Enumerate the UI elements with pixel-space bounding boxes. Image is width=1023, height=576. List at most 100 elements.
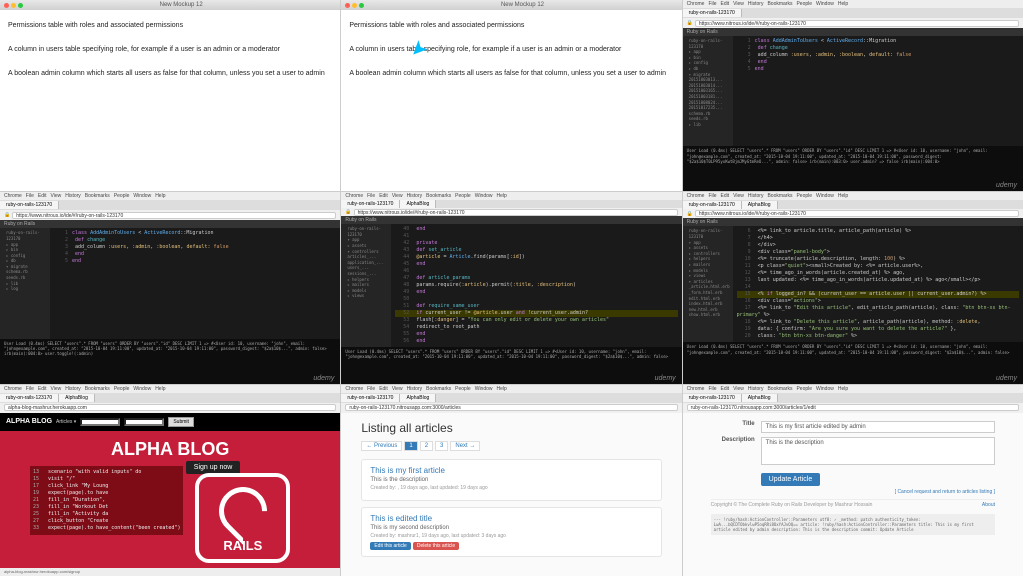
browser-tabs[interactable]: ruby-on-rails-123170AlphaBlog — [683, 200, 1023, 209]
menu-item[interactable]: View — [733, 1, 744, 7]
menu-item[interactable]: Help — [497, 193, 507, 199]
code-line[interactable]: 18 <%= link_to "Delete this article", ar… — [737, 319, 1019, 326]
update-article-button[interactable]: Update Article — [761, 473, 821, 486]
rails-console[interactable]: User Load (0.4ms) SELECT "users".* FROM … — [0, 339, 340, 384]
menu-item[interactable]: History — [748, 193, 764, 199]
url-input[interactable]: https://www.nitrous.io/ide/#/ruby-on-rai… — [12, 212, 336, 219]
browser-tabs[interactable]: ruby-on-rails-123170AlphaBlog — [341, 393, 681, 403]
menu-item[interactable]: History — [65, 386, 81, 392]
menu-item[interactable]: Window — [816, 1, 834, 7]
code-line[interactable]: 2 def change — [737, 45, 1019, 52]
tab[interactable]: AlphaBlog — [400, 200, 436, 208]
file-tree[interactable]: ruby-on-rails-123170▸ app▸ bin▸ config▸ … — [0, 228, 50, 338]
page-button[interactable]: ← Previous — [361, 441, 402, 451]
file-tree[interactable]: ruby-on-rails-123170▸ app▸ bin▸ config▸ … — [683, 36, 733, 146]
menu-item[interactable]: Help — [497, 386, 507, 392]
code-editor[interactable]: 6 <%= link_to article.title, article_pat… — [733, 226, 1023, 342]
code-line[interactable]: 48 params.require(:article).permit(:titl… — [395, 282, 677, 289]
edit-article-button[interactable]: Edit this article — [370, 542, 411, 550]
chrome-menu[interactable]: ChromeFileEditViewHistoryBookmarksPeople… — [683, 0, 1023, 8]
menu-item[interactable]: Window — [475, 193, 493, 199]
menu-item[interactable]: View — [733, 193, 744, 199]
rails-console[interactable]: User Load (0.4ms) SELECT "users".* FROM … — [683, 342, 1023, 383]
signup-button[interactable]: Sign up now — [186, 461, 241, 474]
chrome-menu[interactable]: ChromeFileEditViewHistoryBookmarksPeople… — [0, 192, 340, 200]
code-line[interactable]: 44 @article = Article.find(params[:id]) — [395, 254, 677, 261]
code-line[interactable]: 46 — [395, 268, 677, 275]
menu-item[interactable]: People — [455, 193, 471, 199]
url-input[interactable]: https://www.nitrous.io/ide/#/ruby-on-rai… — [354, 209, 678, 216]
page-button[interactable]: 1 — [404, 441, 417, 451]
menu-item[interactable]: File — [26, 386, 34, 392]
menu-item[interactable]: Chrome — [687, 1, 705, 7]
code-line[interactable]: 4 end — [737, 59, 1019, 66]
url-input[interactable]: https://www.nitrous.io/ide/#/ruby-on-rai… — [695, 210, 1019, 217]
menu-item[interactable]: View — [50, 193, 61, 199]
password-input[interactable] — [124, 418, 164, 426]
code-line[interactable]: 51 def require_same_user — [395, 303, 677, 310]
chrome-menu[interactable]: ChromeFileEditViewHistoryBookmarksPeople… — [341, 385, 681, 393]
menu-item[interactable]: View — [733, 386, 744, 392]
menu-item[interactable]: Edit — [721, 386, 730, 392]
tab[interactable]: ruby-on-rails-123170 — [683, 394, 742, 402]
article-title-link[interactable]: This is edited title — [370, 514, 652, 523]
tree-item[interactable]: ▸ log — [2, 286, 48, 292]
tab[interactable]: ruby-on-rails-123170 — [683, 201, 742, 209]
menu-item[interactable]: File — [26, 193, 34, 199]
menu-item[interactable]: Window — [816, 386, 834, 392]
code-line[interactable]: 17 <%= link_to "Edit this article", edit… — [737, 305, 1019, 319]
menu-item[interactable]: People — [796, 193, 812, 199]
site-logo[interactable]: ALPHA BLOG — [6, 418, 52, 425]
menu-item[interactable]: Window — [133, 386, 151, 392]
code-line[interactable]: 8 </div> — [737, 242, 1019, 249]
menu-item[interactable]: Bookmarks — [426, 386, 451, 392]
code-line[interactable]: 13 last updated: <%= time_ago_in_words(a… — [737, 277, 1019, 284]
menu-item[interactable]: People — [114, 193, 130, 199]
code-line[interactable]: 10 <%= truncate(article.description, len… — [737, 256, 1019, 263]
code-line[interactable]: 42 private — [395, 240, 677, 247]
tree-item[interactable]: show.html.erb — [685, 312, 731, 318]
menu-item[interactable]: View — [392, 193, 403, 199]
code-line[interactable]: 14 — [737, 284, 1019, 291]
minimize-icon[interactable] — [11, 3, 16, 8]
browser-tabs[interactable]: ruby-on-rails-123170AlphaBlog — [341, 200, 681, 208]
menu-item[interactable]: Window — [475, 386, 493, 392]
code-line[interactable]: 5end — [737, 66, 1019, 73]
code-line[interactable]: 45 end — [395, 261, 677, 268]
code-line[interactable]: 1class AddAdminToUsers < ActiveRecord::M… — [54, 230, 336, 237]
code-line[interactable]: 15 <% if logged_in? && (current_user == … — [737, 291, 1019, 298]
menu-item[interactable]: History — [407, 193, 423, 199]
menu-item[interactable]: Window — [133, 193, 151, 199]
code-line[interactable]: 49 end — [395, 289, 677, 296]
chrome-menu[interactable]: ChromeFileEditViewHistoryBookmarksPeople… — [683, 385, 1023, 393]
menu-item[interactable]: File — [708, 1, 716, 7]
code-line[interactable]: 19 data: { confirm: "Are you sure you wa… — [737, 326, 1019, 333]
url-input[interactable]: ruby-on-rails-123170.nitrousapp.com:3000… — [687, 404, 1019, 411]
chrome-menu[interactable]: ChromeFileEditViewHistoryBookmarksPeople… — [0, 385, 340, 393]
code-line[interactable]: 6 <%= link_to article.title, article_pat… — [737, 228, 1019, 235]
code-line[interactable]: 4 end — [54, 251, 336, 258]
code-editor[interactable]: 1class AddAdminToUsers < ActiveRecord::M… — [733, 36, 1023, 146]
menu-item[interactable]: Bookmarks — [85, 386, 110, 392]
menu-item[interactable]: History — [65, 193, 81, 199]
code-line[interactable]: 41 — [395, 233, 677, 240]
menu-item[interactable]: People — [796, 1, 812, 7]
menu-item[interactable]: Chrome — [345, 193, 363, 199]
menu-item[interactable]: Chrome — [687, 193, 705, 199]
menu-item[interactable]: Bookmarks — [767, 193, 792, 199]
tab[interactable]: AlphaBlog — [742, 394, 778, 402]
menu-item[interactable]: Edit — [721, 193, 730, 199]
chrome-menu[interactable]: ChromeFileEditViewHistoryBookmarksPeople… — [341, 192, 681, 200]
minimize-icon[interactable] — [352, 3, 357, 8]
code-line[interactable]: 3 add_column :users, :admin, :boolean, d… — [54, 244, 336, 251]
menu-item[interactable]: Chrome — [687, 386, 705, 392]
menu-item[interactable]: File — [708, 193, 716, 199]
menu-item[interactable]: Bookmarks — [767, 1, 792, 7]
rails-console[interactable]: User Load (0.4ms) SELECT "users".* FROM … — [341, 347, 681, 383]
code-line[interactable]: 1class AddAdminToUsers < ActiveRecord::M… — [737, 38, 1019, 45]
tree-item[interactable]: ruby-on-rails-123170 — [2, 230, 48, 241]
menu-item[interactable]: Help — [838, 193, 848, 199]
code-line[interactable]: 2 def change — [54, 237, 336, 244]
file-tree[interactable]: ruby-on-rails-123170▾ app ▸ assets ▸ con… — [683, 226, 733, 342]
title-input[interactable]: This is my first article edited by admin — [761, 421, 995, 433]
